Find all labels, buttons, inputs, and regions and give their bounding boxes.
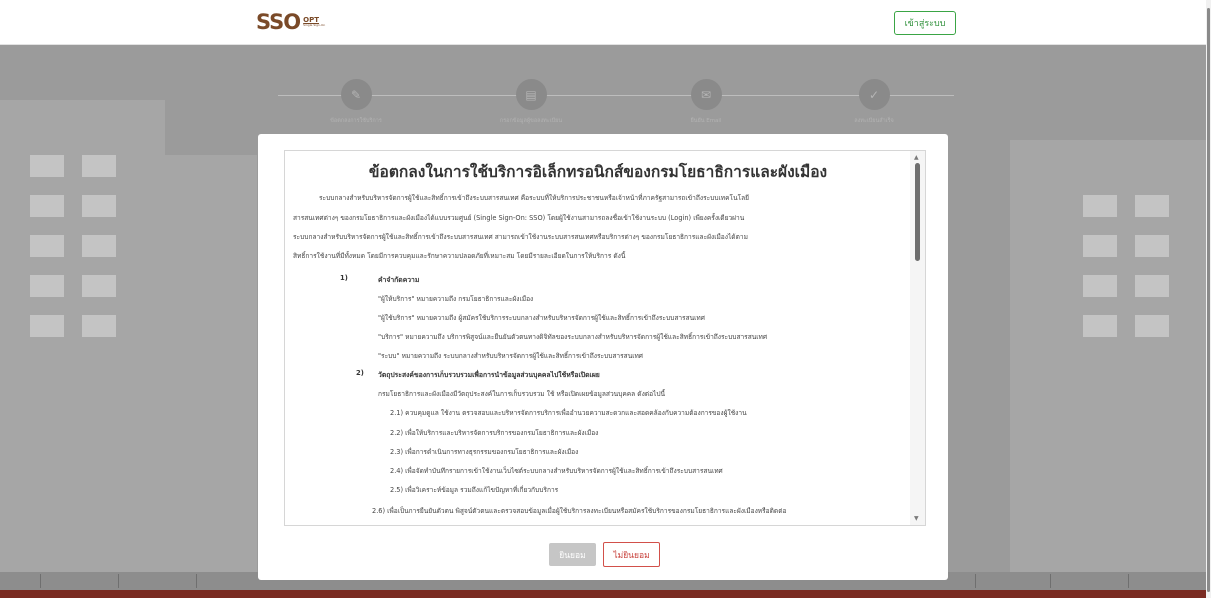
background-window <box>30 195 64 217</box>
background-window <box>30 275 64 297</box>
decline-button[interactable]: ไม่ยินยอม <box>603 542 660 567</box>
sso-logo[interactable]: SSO OPT Single Sign-On <box>256 10 325 34</box>
ground-divider <box>118 574 119 588</box>
purpose-item: 2.1) ควบคุมดูแล ใช้งาน ตรวจสอบและบริหารจ… <box>390 409 747 417</box>
page-scroll-thumb[interactable] <box>1207 8 1210 592</box>
definition-item: "ผู้ให้บริการ" หมายความถึง กรมโยธาธิการแ… <box>378 295 534 303</box>
background-window <box>30 155 64 177</box>
intro-line: ระบบกลางสำหรับบริหารจัดการผู้ใช้และสิทธิ… <box>293 233 748 241</box>
background-building <box>165 155 257 575</box>
background-window <box>1083 315 1117 337</box>
terms-modal: ข้อตกลงในการใช้บริการอิเล็กทรอนิกส์ของกร… <box>258 134 948 580</box>
section-title: คำจำกัดความ <box>378 276 420 284</box>
purpose-item: 2.3) เพื่อการดำเนินการทางธุรกรรมของกรมโย… <box>390 448 579 456</box>
login-button[interactable]: เข้าสู่ระบบ <box>894 11 956 35</box>
background-window <box>82 315 116 337</box>
background-window <box>1135 275 1169 297</box>
envelope-icon: ✉ <box>690 79 722 110</box>
footer-bar <box>0 590 1206 598</box>
accept-button[interactable]: ยินยอม <box>549 543 596 566</box>
background-window <box>1083 195 1117 217</box>
terms-scrollbar[interactable]: ▲ ▼ <box>910 151 925 525</box>
scroll-up-arrow-icon[interactable]: ▲ <box>914 154 919 161</box>
background-window <box>30 315 64 337</box>
background-window <box>82 235 116 257</box>
definition-item: "ระบบ" หมายความถึง ระบบกลางสำหรับบริหารจ… <box>378 352 643 360</box>
definition-item: "ผู้ใช้บริการ" หมายความถึง ผู้สมัครใช้บร… <box>378 314 705 322</box>
background-window <box>1135 315 1169 337</box>
background-window <box>1135 195 1169 217</box>
background-window <box>1083 235 1117 257</box>
scroll-thumb[interactable] <box>915 163 920 261</box>
background-window <box>1135 235 1169 257</box>
ground-divider <box>975 574 976 588</box>
purpose-item: 2.2) เพื่อให้บริการและบริหารจัดการบริการ… <box>390 429 599 437</box>
step-confirm-email: ✉ ยืนยัน Email <box>656 79 756 125</box>
background-window <box>82 275 116 297</box>
ground-divider <box>40 574 41 588</box>
section-title: วัตถุประสงค์ของการเก็บรวบรวมเพื่อการนำข้… <box>378 371 600 379</box>
background-window <box>82 155 116 177</box>
page-scrollbar[interactable] <box>1206 0 1211 598</box>
ground-divider <box>196 574 197 588</box>
step-label: ลงทะเบียนสำเร็จ <box>854 118 894 124</box>
background-window <box>82 195 116 217</box>
purpose-item: 2.6) เพื่อเป็นการยืนยันตัวตน พิสูจน์ตัวต… <box>372 507 787 515</box>
step-complete: ✓ ลงทะเบียนสำเร็จ <box>824 79 924 125</box>
purpose-item: 2.4) เพื่อจัดทำบันทึกรายการเข้าใช้งานเว็… <box>390 467 723 475</box>
intro-line: สารสนเทศต่างๆ ของกรมโยธาธิการและผังเมือง… <box>293 214 745 222</box>
check-icon: ✓ <box>858 79 890 110</box>
section-number: 1) <box>340 274 348 282</box>
logo-tagline: Single Sign-On <box>303 23 326 27</box>
step-label: ยืนยัน Email <box>690 118 722 124</box>
definition-item: "บริการ" หมายความถึง บริการพิสูจน์และยืน… <box>378 333 768 341</box>
top-header: SSO OPT Single Sign-On เข้าสู่ระบบ <box>0 0 1206 45</box>
terms-scroll-area[interactable]: ข้อตกลงในการใช้บริการอิเล็กทรอนิกส์ของกร… <box>284 150 926 526</box>
intro-line: ระบบกลางสำหรับบริหารจัดการผู้ใช้และสิทธิ… <box>319 194 750 202</box>
background-window <box>30 235 64 257</box>
intro-line: สิทธิ์การใช้งานที่มีทั้งหมด โดยมีการควบค… <box>293 252 626 260</box>
step-label: กรอกข้อมูลผู้ขอลงทะเบียน <box>499 118 563 124</box>
section-lead: กรมโยธาธิการและผังเมืองมีวัตถุประสงค์ในก… <box>378 390 666 398</box>
logo-badge: OPT Single Sign-On <box>303 17 325 27</box>
id-card-icon: ▤ <box>515 79 547 110</box>
ground-divider <box>1050 574 1051 588</box>
edit-icon: ✎ <box>340 79 372 110</box>
ground-divider <box>1128 574 1129 588</box>
purpose-item: 2.5) เพื่อวิเคราะห์ข้อมูล รวมถึงแก้ไขปัญ… <box>390 486 559 494</box>
logo-text: SSO <box>256 10 301 34</box>
step-terms: ✎ ข้อตกลงการใช้บริการ <box>306 79 406 125</box>
section-number: 2) <box>356 369 364 377</box>
terms-title: ข้อตกลงในการใช้บริการอิเล็กทรอนิกส์ของกร… <box>368 163 828 181</box>
terms-content: ข้อตกลงในการใช้บริการอิเล็กทรอนิกส์ของกร… <box>285 151 911 525</box>
scroll-down-arrow-icon[interactable]: ▼ <box>914 515 919 522</box>
background-window <box>1083 275 1117 297</box>
step-label: ข้อตกลงการใช้บริการ <box>330 118 382 124</box>
step-registration-info: ▤ กรอกข้อมูลผู้ขอลงทะเบียน <box>481 79 581 125</box>
